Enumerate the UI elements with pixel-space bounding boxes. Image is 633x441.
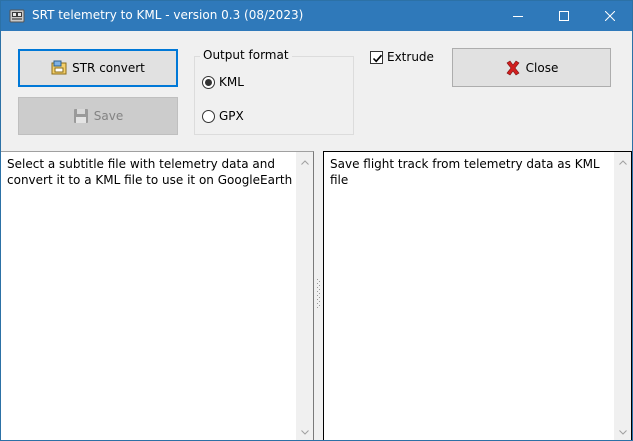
scroll-up-icon[interactable] <box>301 154 309 168</box>
radio-kml[interactable]: KML <box>202 75 244 89</box>
scroll-down-icon[interactable] <box>619 424 627 438</box>
scroll-up-icon[interactable] <box>619 154 627 168</box>
main-window: SRT telemetry to KML - version 0.3 (08/2… <box>0 0 633 441</box>
grip-icon <box>317 279 320 309</box>
close-label: Close <box>525 60 559 75</box>
toolbar: STR convert Save Output format KML GPX E… <box>1 31 632 150</box>
window-close-button[interactable] <box>587 1 632 31</box>
red-x-icon <box>505 60 521 76</box>
str-convert-label: STR convert <box>72 61 145 75</box>
radio-kml-dot <box>202 75 215 89</box>
convert-icon <box>51 60 67 76</box>
maximize-icon <box>559 11 569 21</box>
radio-gpx-dot <box>202 109 215 123</box>
app-icon <box>9 8 25 24</box>
scroll-down-icon[interactable] <box>301 424 309 438</box>
source-hint-text: Select a subtitle file with telemetry da… <box>7 157 293 187</box>
close-icon <box>605 11 615 21</box>
pane-splitter[interactable] <box>314 151 323 440</box>
close-button[interactable]: Close <box>452 48 611 87</box>
radio-gpx[interactable]: GPX <box>202 109 244 123</box>
source-text-area[interactable]: Select a subtitle file with telemetry da… <box>1 151 314 440</box>
maximize-button[interactable] <box>541 1 587 31</box>
output-text-area[interactable]: Save flight track from telemetry data as… <box>323 151 632 440</box>
minimize-button[interactable] <box>495 1 541 31</box>
title-bar[interactable]: SRT telemetry to KML - version 0.3 (08/2… <box>1 1 632 31</box>
output-format-group <box>194 56 354 135</box>
left-scrollbar[interactable] <box>296 152 313 440</box>
save-button[interactable]: Save <box>18 97 178 135</box>
radio-kml-label: KML <box>219 75 244 89</box>
extrude-checkbox[interactable]: Extrude <box>370 50 434 64</box>
checkmark-icon <box>370 50 383 64</box>
output-format-label: Output format <box>200 48 292 62</box>
radio-gpx-label: GPX <box>219 109 244 123</box>
save-label: Save <box>93 109 124 123</box>
floppy-disk-icon <box>73 108 89 124</box>
window-title: SRT telemetry to KML - version 0.3 (08/2… <box>32 8 304 22</box>
extrude-label: Extrude <box>387 50 434 64</box>
str-convert-button[interactable]: STR convert <box>18 49 178 87</box>
output-hint-text: Save flight track from telemetry data as… <box>330 157 600 187</box>
right-scrollbar[interactable] <box>614 152 631 440</box>
minimize-icon <box>513 11 523 21</box>
